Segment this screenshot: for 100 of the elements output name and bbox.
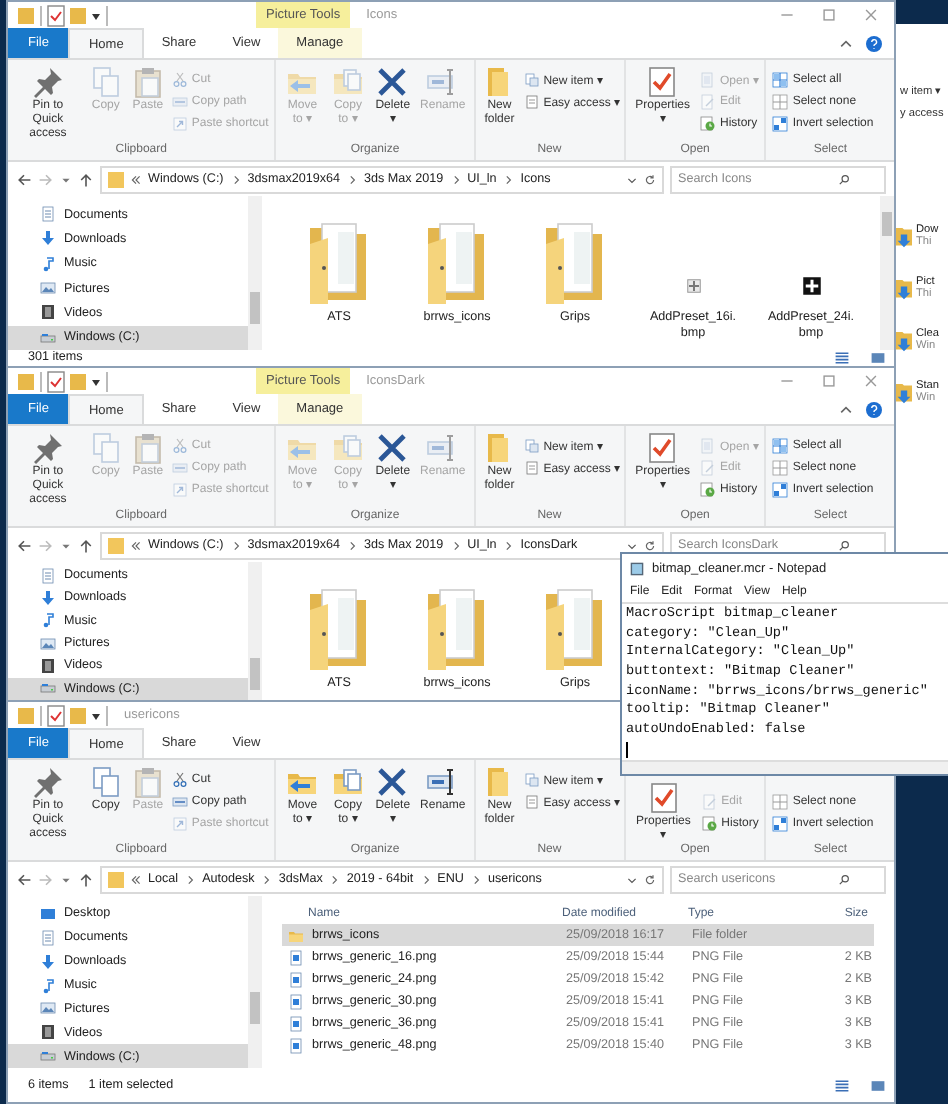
large-icons-view-icon[interactable] — [870, 1077, 886, 1093]
dropdown-caret-icon[interactable] — [626, 539, 638, 551]
scrollbar[interactable] — [248, 896, 262, 1068]
properties-icon — [646, 432, 679, 464]
easy-access-icon — [523, 793, 540, 809]
folder-icon — [108, 535, 124, 555]
easy-access-icon — [523, 93, 540, 109]
download-arrow-icon — [40, 230, 56, 247]
scrollbar[interactable] — [248, 562, 262, 700]
back-icon[interactable] — [16, 171, 32, 187]
chevron-icon[interactable] — [346, 173, 359, 185]
clipboard-icon — [131, 66, 164, 98]
image-file-icon — [683, 276, 703, 296]
delete-icon — [376, 766, 409, 798]
document-icon — [40, 929, 56, 946]
chevron-icon[interactable] — [229, 173, 242, 185]
details-view-icon[interactable] — [834, 350, 850, 366]
folder-pages-icon — [331, 66, 364, 98]
help-icon[interactable] — [866, 35, 882, 51]
overflow-chevron-icon[interactable] — [130, 173, 142, 185]
chevron-icon[interactable] — [184, 873, 197, 885]
scrollbar[interactable] — [248, 196, 262, 350]
close-icon[interactable] — [864, 8, 878, 22]
quick-access-toolbar[interactable] — [16, 369, 112, 393]
search-icon — [838, 173, 850, 185]
chevron-icon[interactable] — [229, 539, 242, 551]
large-icons-view-icon[interactable] — [870, 350, 886, 366]
collapse-icon[interactable] — [838, 35, 854, 51]
chevron-icon[interactable] — [419, 873, 432, 885]
details-view-icon[interactable] — [834, 1077, 850, 1093]
chevron-icon[interactable] — [502, 173, 515, 185]
chevron-icon[interactable] — [449, 539, 462, 551]
chevron-icon[interactable] — [260, 873, 273, 885]
folder-pages-icon — [331, 432, 364, 464]
pictures-icon — [40, 1000, 56, 1017]
path-icon — [171, 793, 188, 809]
pin-icon — [31, 766, 64, 798]
collapse-icon[interactable] — [838, 401, 854, 417]
folder-icon — [427, 220, 487, 304]
scrollbar[interactable] — [880, 196, 894, 350]
properties-icon — [646, 66, 679, 98]
up-icon[interactable] — [78, 871, 94, 887]
scissors-icon — [171, 71, 188, 87]
dropdown-caret-icon[interactable] — [626, 173, 638, 185]
help-icon[interactable] — [866, 401, 882, 417]
overflow-chevron-icon[interactable] — [130, 873, 142, 885]
scrollbar[interactable] — [622, 760, 948, 774]
up-icon[interactable] — [78, 537, 94, 553]
history-icon — [701, 815, 718, 831]
search-icon — [838, 539, 850, 551]
folder-icon — [309, 586, 369, 670]
pin-icon — [31, 432, 64, 464]
chevron-icon[interactable] — [449, 173, 462, 185]
history-icon — [699, 481, 716, 497]
chevron-icon[interactable] — [502, 539, 515, 551]
open-icon — [699, 71, 716, 87]
edit-icon — [699, 459, 716, 475]
dropdown-caret-icon[interactable] — [626, 873, 638, 885]
film-icon — [40, 1024, 56, 1041]
close-icon[interactable] — [864, 374, 878, 388]
scissors-icon — [171, 771, 188, 787]
download-arrow-icon — [40, 589, 56, 606]
film-icon — [40, 304, 56, 321]
properties-icon — [647, 782, 680, 814]
clipboard-icon — [131, 766, 164, 798]
new-item-icon — [523, 71, 540, 87]
chevron-icon[interactable] — [469, 873, 482, 885]
rename-icon — [426, 432, 459, 464]
up-icon[interactable] — [78, 171, 94, 187]
refresh-icon[interactable] — [644, 173, 656, 185]
path-icon — [171, 459, 188, 475]
copy-icon — [89, 766, 122, 798]
open-icon — [699, 437, 716, 453]
copy-icon — [89, 66, 122, 98]
refresh-icon[interactable] — [644, 873, 656, 885]
scissors-icon — [171, 437, 188, 453]
back-icon[interactable] — [16, 871, 32, 887]
history-icon — [699, 115, 716, 131]
maximize-icon[interactable] — [822, 374, 836, 388]
rename-icon — [426, 766, 459, 798]
folder-icon — [896, 380, 912, 404]
quick-access-toolbar[interactable] — [16, 3, 112, 27]
folder-icon — [545, 220, 605, 304]
chevron-icon[interactable] — [346, 539, 359, 551]
folder-icon — [896, 224, 912, 248]
notepad-icon — [630, 561, 644, 576]
search-icon — [838, 873, 850, 885]
folder-icon — [545, 586, 605, 670]
maximize-icon[interactable] — [822, 8, 836, 22]
select-none-icon — [772, 793, 789, 809]
invert-selection-icon — [772, 481, 789, 497]
refresh-icon[interactable] — [644, 539, 656, 551]
back-icon[interactable] — [16, 537, 32, 553]
easy-access-icon — [523, 459, 540, 475]
path-icon — [171, 93, 188, 109]
chevron-icon[interactable] — [328, 873, 341, 885]
quick-access-toolbar[interactable] — [16, 703, 112, 727]
overflow-chevron-icon[interactable] — [130, 539, 142, 551]
select-all-icon — [772, 437, 789, 453]
folder-icon — [108, 869, 124, 889]
